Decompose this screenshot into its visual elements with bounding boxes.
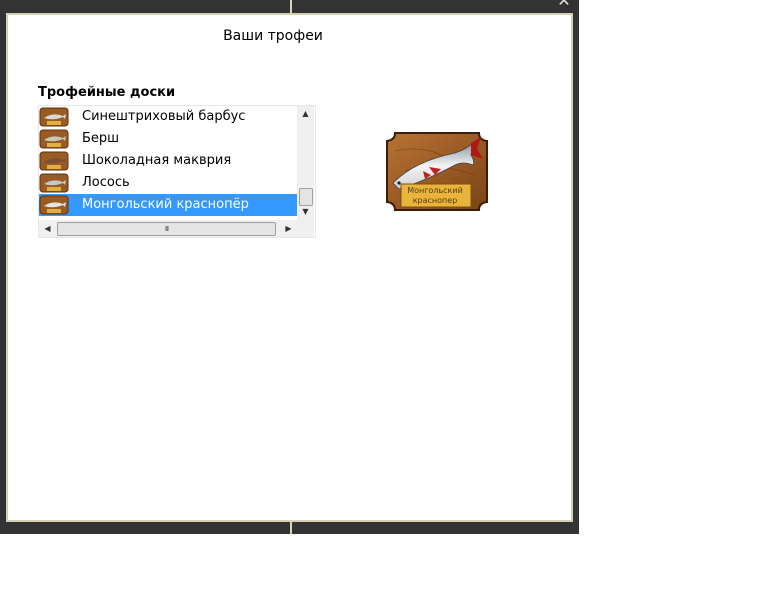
trophy-thumbnail-icon (39, 195, 69, 215)
window-frame: ✕ Ваши трофеи Трофейные доски Синештрихо… (0, 0, 579, 534)
trophy-thumbnail-icon (39, 173, 69, 193)
list-viewport: Синештриховый барбус Берш Шоколадная мак… (39, 106, 297, 220)
frame-divider (290, 0, 292, 14)
list-item-label: Лосось (82, 175, 130, 190)
vertical-scrollbar[interactable]: ▲ ▼ (297, 106, 314, 220)
close-icon[interactable]: ✕ (555, 0, 573, 9)
scrollbar-corner (297, 220, 314, 237)
trophy-thumbnail-icon (39, 129, 69, 149)
list-item-selected[interactable]: Монгольский краснопёр (39, 194, 297, 216)
trophies-dialog: Ваши трофеи Трофейные доски Синештриховы… (6, 13, 573, 522)
list-item-label: Синештриховый барбус (82, 109, 246, 124)
trophy-preview: Монгольский краснопер (385, 131, 489, 212)
list-item-label: Монгольский краснопёр (82, 197, 249, 212)
scroll-left-icon[interactable]: ◀ (39, 220, 56, 237)
section-label: Трофейные доски (38, 85, 176, 100)
trophy-thumbnail-icon (39, 151, 69, 171)
list-item-label: Шоколадная макврия (82, 153, 232, 168)
list-item-label: Берш (82, 131, 120, 146)
list-item[interactable]: Лосось (39, 172, 297, 194)
trophy-listbox[interactable]: Синештриховый барбус Берш Шоколадная мак… (38, 105, 316, 238)
scroll-right-icon[interactable]: ▶ (280, 220, 297, 237)
scroll-up-icon[interactable]: ▲ (297, 106, 314, 122)
list-item[interactable]: Берш (39, 128, 297, 150)
horizontal-scroll-thumb[interactable]: III (57, 222, 276, 236)
scroll-down-icon[interactable]: ▼ (297, 204, 314, 220)
plaque-label: Монгольский краснопер (407, 186, 463, 205)
trophy-thumbnail-icon (39, 107, 69, 127)
frame-divider (290, 520, 292, 534)
horizontal-scrollbar[interactable]: ◀ III ▶ (39, 220, 297, 237)
list-item[interactable]: Синештриховый барбус (39, 106, 297, 128)
dialog-title: Ваши трофеи (223, 28, 323, 44)
list-item[interactable]: Шоколадная макврия (39, 150, 297, 172)
